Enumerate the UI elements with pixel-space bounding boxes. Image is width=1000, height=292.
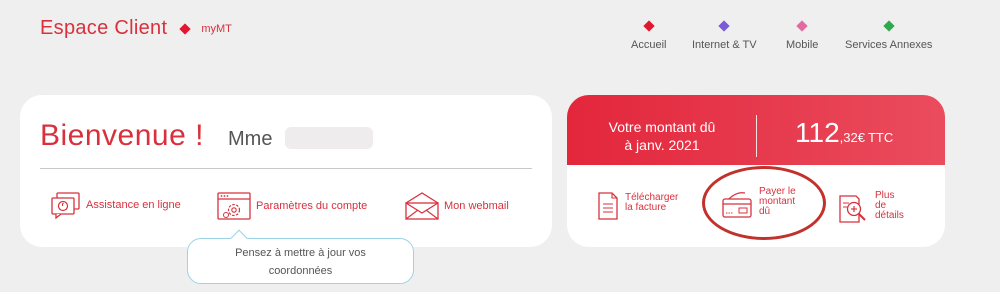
update-info-tooltip[interactable]: Pensez à mettre à jour vos coordonnées	[187, 238, 414, 284]
settings-window-icon	[217, 192, 251, 220]
nav-item-mobile[interactable]: Mobile	[786, 20, 819, 51]
welcome-card: Bienvenue ! Mme Assistance en ligne Para…	[20, 95, 552, 247]
amount-value: 112 ,32€ TTC	[795, 117, 893, 149]
more-details-action[interactable]: Plus de détails	[837, 191, 904, 225]
amount-label-line-1: Votre montant dû	[608, 119, 716, 135]
tooltip-line-2: coordonnées	[268, 265, 333, 277]
download-invoice-label: Télécharger la facture	[625, 193, 678, 213]
chat-icon	[51, 192, 80, 219]
divider	[40, 168, 532, 169]
envelope-icon	[405, 192, 439, 220]
highlight-circle-annotation	[702, 166, 826, 240]
nav-label: Accueil	[631, 39, 667, 51]
assistance-label: Assistance en ligne	[86, 199, 181, 211]
account-settings-link[interactable]: Paramètres du compte	[216, 191, 367, 221]
assistance-link[interactable]: Assistance en ligne	[50, 191, 181, 219]
amount-label: Votre montant dû à janv. 2021	[587, 118, 737, 154]
nav-item-services-annexes[interactable]: Services Annexes	[845, 20, 933, 51]
more-details-line-3: détails	[875, 210, 904, 221]
nav-item-accueil[interactable]: Accueil	[631, 20, 667, 51]
webmail-label: Mon webmail	[444, 200, 509, 212]
download-invoice-action[interactable]: Télécharger la facture	[597, 191, 678, 221]
webmail-link[interactable]: Mon webmail	[404, 191, 509, 221]
diamond-icon	[643, 20, 655, 32]
welcome-title: Bienvenue !	[40, 119, 204, 152]
top-bar: Espace Client myMT Accueil Internet & TV…	[0, 0, 1000, 70]
diamond-icon	[883, 20, 895, 32]
customer-name-redacted	[285, 127, 373, 149]
amount-label-line-2: à janv. 2021	[624, 137, 700, 153]
download-invoice-line-2: la facture	[625, 202, 667, 213]
amount-integer: 112	[795, 117, 840, 148]
diamond-icon	[718, 20, 730, 32]
amount-header: Votre montant dû à janv. 2021 112 ,32€ T…	[567, 95, 945, 165]
customer-salutation: Mme	[228, 128, 273, 150]
document-icon	[598, 192, 618, 220]
nav-label: Internet & TV	[692, 39, 757, 51]
amount-unit: TTC	[867, 130, 894, 145]
account-settings-label: Paramètres du compte	[256, 200, 368, 212]
nav-label: Services Annexes	[845, 39, 933, 51]
amount-separator	[756, 115, 757, 157]
nav-item-internet-tv[interactable]: Internet & TV	[692, 20, 757, 51]
magnify-document-icon	[839, 195, 866, 223]
diamond-icon	[796, 20, 808, 32]
nav-label: Mobile	[786, 39, 819, 51]
main-nav: Accueil Internet & TV Mobile Services An…	[0, 20, 1000, 52]
more-details-label: Plus de détails	[875, 191, 904, 221]
tooltip-line-1: Pensez à mettre à jour vos	[235, 247, 366, 259]
amount-decimal: ,32€	[839, 130, 865, 145]
